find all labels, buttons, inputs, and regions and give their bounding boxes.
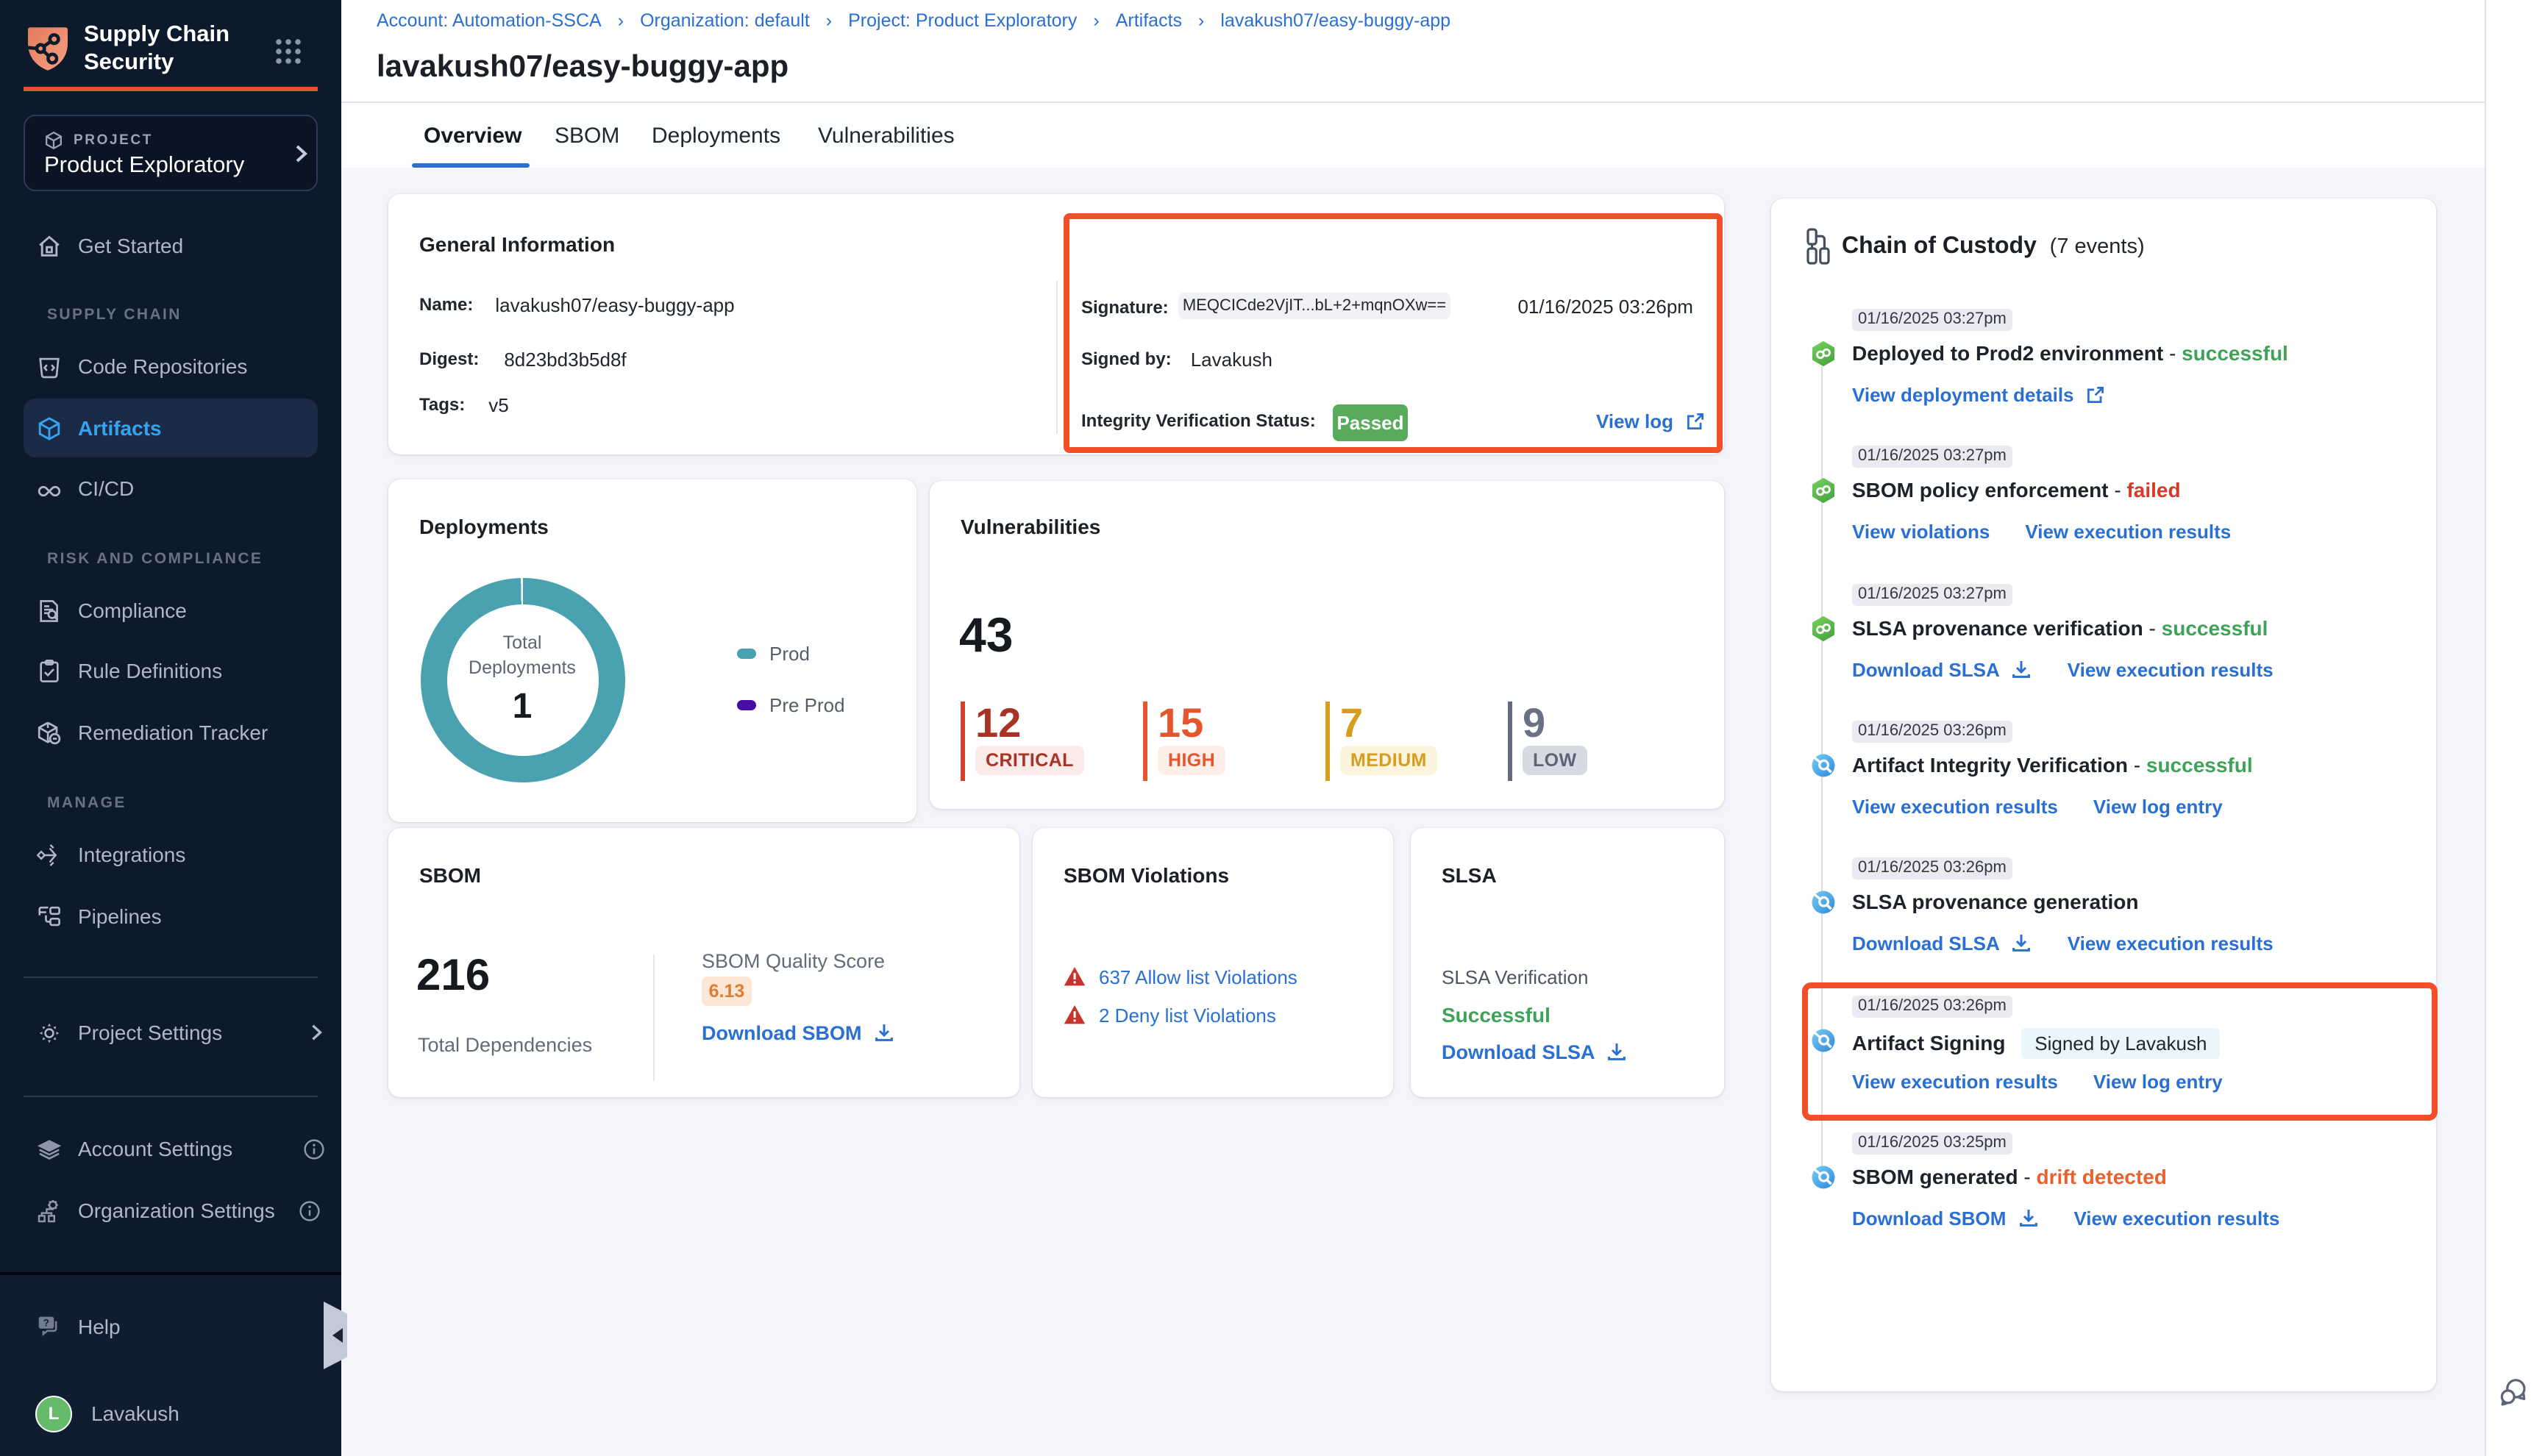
svg-text:?: ? [43, 1316, 49, 1327]
